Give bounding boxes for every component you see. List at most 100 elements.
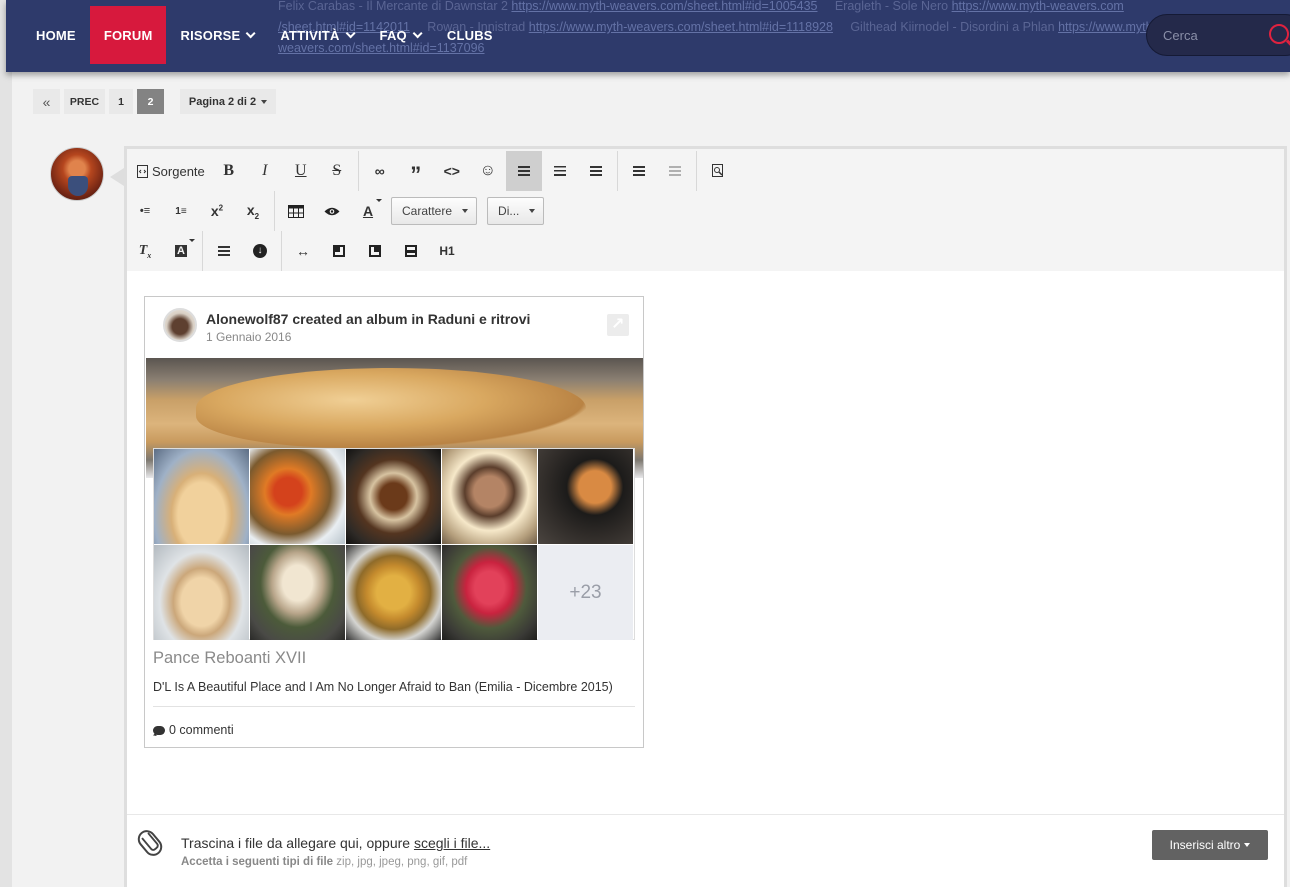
nav-item-forum[interactable]: FORUM (89, 6, 167, 64)
comments-count[interactable]: 0 commenti (153, 723, 234, 737)
user-avatar[interactable] (50, 147, 104, 201)
font-size-dropdown[interactable]: Di... (487, 197, 545, 225)
numbered-list-button[interactable]: 1≡ (163, 191, 199, 231)
code-icon: <> (443, 163, 460, 179)
card-title[interactable]: Alonewolf87 created an album in Raduni e… (206, 311, 530, 327)
align-right-icon (589, 166, 602, 176)
album-name[interactable]: Pance Reboanti XVII (153, 649, 306, 668)
paperclip-icon (134, 826, 166, 860)
heading-label: H1 (439, 244, 455, 258)
pagination-prev-button[interactable]: PREC (64, 89, 105, 114)
quote-button[interactable]: ” (398, 151, 434, 191)
search-icon[interactable] (1269, 24, 1289, 44)
nav-label: FORUM (103, 27, 153, 43)
align-center-button[interactable] (542, 151, 578, 191)
float-left-button[interactable] (321, 231, 357, 271)
album-thumbnail[interactable] (154, 449, 249, 544)
underline-button[interactable]: U (283, 151, 319, 191)
toolbar-separator (357, 151, 359, 191)
toolbar-separator (616, 151, 618, 191)
nav-item-home[interactable]: HOME (22, 6, 90, 64)
align-left-button[interactable] (505, 151, 542, 191)
insert-more-button[interactable]: Inserisci altro (1152, 830, 1268, 860)
caret-down-icon (189, 239, 195, 242)
outdent-button[interactable] (657, 151, 693, 191)
album-thumbnail[interactable] (442, 449, 537, 544)
choose-files-link[interactable]: scegli i file... (414, 835, 490, 851)
album-thumbnail[interactable] (346, 545, 441, 640)
nav-label: RISORSE (180, 27, 241, 43)
spoiler-button[interactable] (314, 191, 350, 231)
strikethrough-button[interactable]: S (319, 151, 355, 191)
external-link-icon[interactable] (607, 314, 629, 336)
align-center-icon (553, 166, 566, 176)
album-thumbnail[interactable] (154, 545, 249, 640)
code-button[interactable]: <> (434, 151, 470, 191)
preview-button[interactable] (700, 151, 736, 191)
preview-icon (711, 164, 723, 177)
search-input[interactable] (1163, 27, 1263, 43)
nav-item-risorse[interactable]: RISORSE (166, 6, 266, 64)
italic-button[interactable]: I (247, 151, 283, 191)
signature-link[interactable]: https://www.myth-weavers.com (952, 0, 1124, 13)
superscript-button[interactable]: x2 (199, 191, 235, 231)
table-icon (288, 204, 304, 218)
block-button[interactable] (393, 231, 429, 271)
chevron-down-icon (345, 27, 356, 38)
avatar-pointer (110, 168, 124, 186)
pagination-first-button[interactable]: « (33, 89, 60, 114)
subscript-button[interactable]: x2 (235, 191, 271, 231)
card-divider (153, 706, 635, 707)
nav-item-faq[interactable]: FAQ (366, 6, 433, 64)
card-author-avatar[interactable] (163, 308, 197, 342)
bullet-list-button[interactable]: •≡ (127, 191, 163, 231)
editor-toolbar: Sorgente B I U S ∞ ” <> ☺ •≡ 1≡ x2 x2 A … (127, 149, 1284, 271)
album-thumbnail[interactable] (250, 545, 345, 640)
signature-link[interactable]: https://www.myth-weavers.com/sheet.html#… (511, 0, 817, 13)
source-button[interactable]: Sorgente (127, 151, 211, 191)
full-width-button[interactable]: ↔ (285, 231, 321, 271)
emoticon-button[interactable]: ☺ (470, 151, 506, 191)
download-button[interactable]: ↓ (242, 231, 278, 271)
album-thumbnail[interactable] (250, 449, 345, 544)
arrows-horizontal-icon: ↔ (296, 243, 310, 259)
float-right-button[interactable] (357, 231, 393, 271)
heading-button[interactable]: H1 (429, 231, 465, 271)
attachment-area[interactable]: Trascina i file da allegare qui, oppure … (127, 814, 1284, 887)
text-color-button[interactable]: A (350, 191, 386, 231)
font-family-dropdown[interactable]: Carattere (391, 197, 478, 225)
pagination: « PREC 1 2 Pagina 2 di 2 (33, 89, 280, 114)
nav-item-attivita[interactable]: ATTIVITÀ (266, 6, 365, 64)
indent-icon (632, 166, 645, 176)
remove-format-button[interactable]: Tx (127, 231, 163, 271)
background-color-button[interactable]: A (163, 231, 199, 271)
signature-link[interactable]: https://www.myth- (1058, 20, 1157, 34)
nav-label: FAQ (379, 27, 407, 43)
signature-link[interactable]: https://www.myth-weavers.com/sheet.html#… (529, 20, 833, 34)
attach-drop-text: Trascina i file da allegare qui, oppure … (181, 835, 490, 851)
insert-more-label: Inserisci altro (1169, 838, 1241, 852)
horizontal-rule-button[interactable] (206, 231, 242, 271)
pagination-jump-dropdown[interactable]: Pagina 2 di 2 (180, 89, 276, 114)
download-icon: ↓ (253, 244, 267, 258)
caret-down-icon (529, 209, 536, 213)
pagination-page-2[interactable]: 2 (137, 89, 164, 114)
nav-menu: HOME FORUM RISORSE ATTIVITÀ FAQ CLUBS (22, 6, 507, 64)
embedded-album-card[interactable]: Alonewolf87 created an album in Raduni e… (144, 296, 644, 748)
nav-label: ATTIVITÀ (280, 27, 340, 43)
search-box (1146, 14, 1290, 56)
more-images-tile[interactable]: +23 (538, 545, 633, 640)
album-thumbnail[interactable] (346, 449, 441, 544)
nav-item-clubs[interactable]: CLUBS (433, 6, 507, 64)
align-right-button[interactable] (578, 151, 614, 191)
caret-down-icon (376, 199, 382, 202)
link-icon: ∞ (374, 163, 385, 179)
bold-button[interactable]: B (211, 151, 247, 191)
pagination-page-1[interactable]: 1 (109, 89, 133, 114)
float-right-icon (369, 245, 381, 257)
album-thumbnail[interactable] (538, 449, 633, 544)
album-thumbnail[interactable] (442, 545, 537, 640)
link-button[interactable]: ∞ (362, 151, 398, 191)
table-button[interactable] (278, 191, 314, 231)
indent-button[interactable] (621, 151, 657, 191)
